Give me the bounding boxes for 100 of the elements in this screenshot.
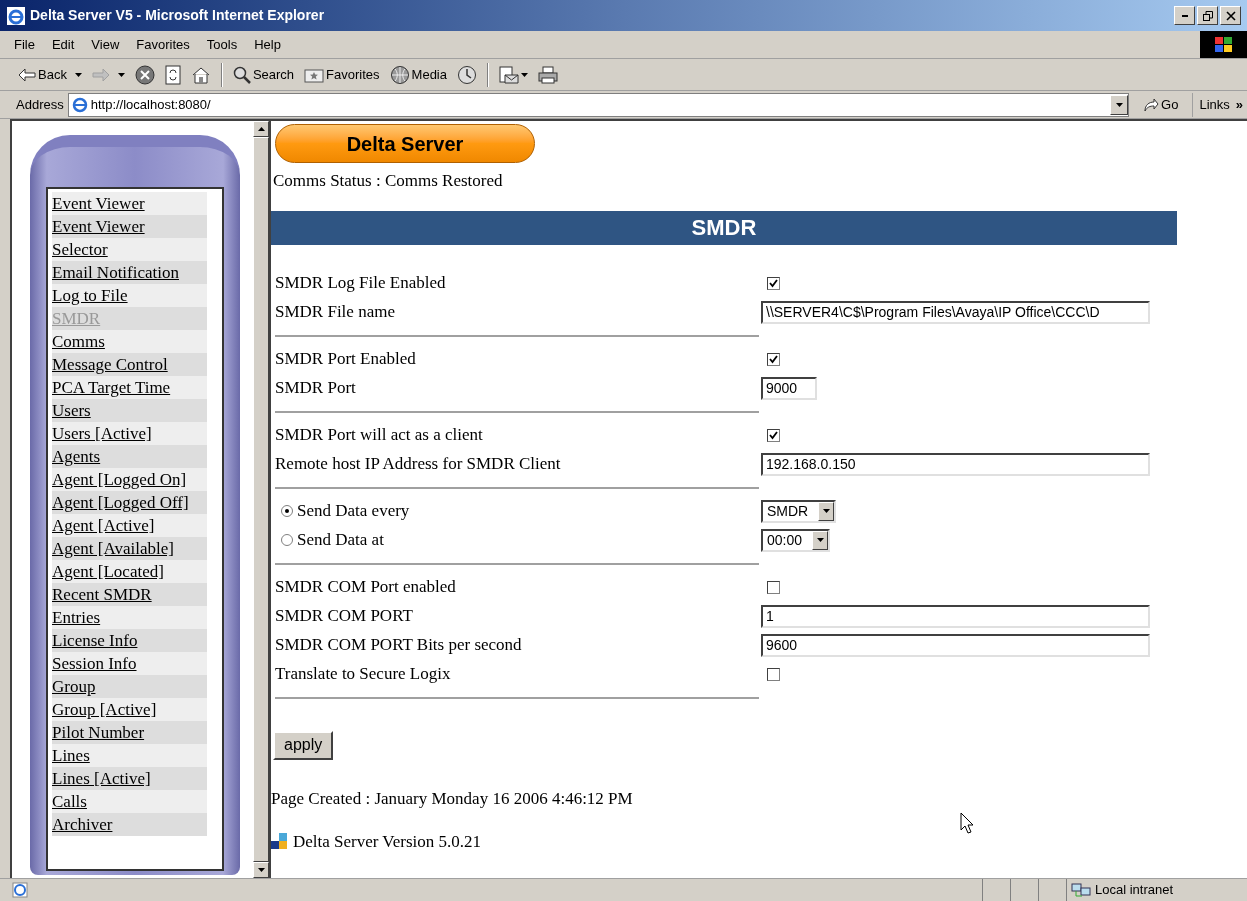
menu-item[interactable]: File	[14, 34, 35, 55]
field-label: Remote host IP Address for SMDR Client	[275, 454, 561, 474]
sidebar-link[interactable]: Calls	[52, 790, 207, 813]
minimize-button[interactable]	[1174, 6, 1195, 25]
search-icon	[232, 65, 251, 84]
media-button[interactable]: Media	[389, 64, 447, 85]
mail-button[interactable]	[499, 65, 528, 84]
menu-item[interactable]: Favorites	[136, 34, 190, 55]
text-field[interactable]: 1	[761, 604, 1150, 628]
field-label: SMDR Port will act as a client	[275, 425, 483, 445]
window-title: Delta Server V5 - Microsoft Internet Explorer	[30, 6, 325, 25]
history-button[interactable]	[457, 64, 477, 85]
checkbox[interactable]	[767, 352, 780, 366]
minimize-icon	[1179, 14, 1190, 17]
caret-icon	[1115, 102, 1123, 107]
restore-icon	[1202, 10, 1213, 21]
caret-icon	[117, 72, 125, 77]
text-field[interactable]: \\SERVER4\C$\Program Files\Avaya\IP Office\CCC\D	[761, 300, 1150, 324]
section-header: SMDR	[271, 210, 1177, 245]
scrollbar[interactable]	[253, 121, 271, 878]
field-label: SMDR COM Port enabled	[275, 577, 456, 597]
refresh-button[interactable]	[164, 64, 181, 85]
print-button[interactable]	[538, 65, 558, 84]
field-label: SMDR Log File Enabled	[275, 273, 446, 293]
go-button[interactable]: Go	[1133, 94, 1189, 115]
sidebar-link[interactable]: Agent [Available]	[52, 537, 207, 560]
page-created-text: Page Created : January Monday 16 2006 4:46:12 PM	[271, 787, 634, 810]
sidebar-link[interactable]: Pilot Number	[52, 721, 207, 744]
links-button[interactable]: Links »	[1192, 92, 1247, 117]
sidebar-link[interactable]: Users	[52, 399, 207, 422]
sidebar-link[interactable]: Message Control	[52, 353, 207, 376]
printer-icon	[538, 65, 558, 84]
squares-logo-icon	[271, 832, 289, 851]
page-icon	[71, 96, 88, 113]
sidebar-link[interactable]: License Info	[52, 629, 207, 652]
home-icon	[190, 65, 211, 84]
sidebar-link[interactable]: Lines [Active]	[52, 767, 207, 790]
search-button[interactable]: Search	[232, 64, 295, 85]
sidebar-link[interactable]: Event Viewer	[52, 192, 207, 215]
field-label: SMDR Port	[275, 378, 356, 398]
comms-status: Comms Status : Comms Restored	[273, 170, 504, 192]
text-field[interactable]: 9000	[761, 376, 817, 400]
radio-button[interactable]	[281, 534, 293, 546]
text-field[interactable]: 9600	[761, 633, 1150, 657]
sidebar-link[interactable]: Log to File	[52, 284, 207, 307]
dropdown[interactable]: 00:00	[761, 528, 831, 552]
field-label: SMDR COM PORT Bits per second	[275, 635, 522, 655]
home-button[interactable]	[190, 65, 211, 84]
sidebar-link[interactable]: Entries	[52, 606, 207, 629]
caret-icon	[74, 72, 82, 77]
close-button[interactable]	[1220, 6, 1241, 25]
sidebar-link[interactable]: Event Viewer	[52, 215, 207, 238]
caret-icon	[521, 72, 528, 77]
sidebar-link[interactable]: Agent [Located]	[52, 560, 207, 583]
stop-icon	[134, 64, 155, 85]
sidebar-link[interactable]: Users [Active]	[52, 422, 207, 445]
text-field[interactable]: 192.168.0.150	[761, 452, 1150, 476]
globe-icon	[389, 64, 410, 85]
dropdown[interactable]: SMDR	[761, 499, 837, 523]
refresh-icon	[164, 64, 181, 85]
sidebar-link[interactable]: Group	[52, 675, 207, 698]
mail-icon	[499, 65, 519, 84]
zone-panel: Local intranet	[1066, 879, 1247, 901]
sidebar-link[interactable]: Agent [Logged On]	[52, 468, 207, 491]
favorites-button[interactable]: Favorites	[304, 64, 380, 85]
checkbox[interactable]	[767, 580, 780, 594]
forward-arrow-icon	[91, 67, 110, 82]
menu-item[interactable]: Edit	[51, 34, 75, 55]
checkbox[interactable]	[767, 428, 780, 442]
field-label: Send Data at	[297, 529, 384, 552]
field-label: Translate to Secure Logix	[275, 664, 451, 684]
curved-arrow-icon	[1143, 97, 1160, 112]
apply-button[interactable]: apply	[273, 730, 334, 760]
menu-item[interactable]: View	[91, 34, 120, 55]
sidebar-link[interactable]: Agent [Logged Off]	[52, 491, 207, 514]
back-button[interactable]: Back	[18, 64, 82, 85]
sidebar-link[interactable]: Agents	[52, 445, 207, 468]
checkbox[interactable]	[767, 276, 780, 290]
restore-button[interactable]	[1197, 6, 1218, 25]
stop-button[interactable]	[134, 64, 155, 85]
sidebar-link[interactable]: Agent [Active]	[52, 514, 207, 537]
menu-item[interactable]: Help	[254, 34, 281, 55]
menu-item[interactable]: Tools	[206, 34, 238, 55]
field-label: SMDR COM PORT	[275, 606, 413, 626]
sidebar-link[interactable]: Lines	[52, 744, 207, 767]
address-field[interactable]: http://localhost:8080/	[67, 92, 1130, 117]
sidebar-link[interactable]: Group [Active]	[52, 698, 207, 721]
sidebar-link[interactable]: PCA Target Time	[52, 376, 207, 399]
sidebar-link[interactable]: Recent SMDR	[52, 583, 207, 606]
sidebar-link[interactable]: Email Notification	[52, 261, 207, 284]
sidebar-link[interactable]: Selector	[52, 238, 207, 261]
radio-button[interactable]	[281, 505, 293, 517]
sidebar-link[interactable]: Comms	[52, 330, 207, 353]
sidebar-link[interactable]: Archiver	[52, 813, 207, 836]
browser-logo-icon	[6, 5, 26, 26]
checkbox[interactable]	[767, 667, 780, 681]
mouse-pointer-icon	[960, 812, 974, 834]
up-arrow-icon	[257, 127, 265, 131]
sidebar-link[interactable]: Session Info	[52, 652, 207, 675]
version-text: Delta Server Version 5.0.21	[293, 831, 482, 853]
